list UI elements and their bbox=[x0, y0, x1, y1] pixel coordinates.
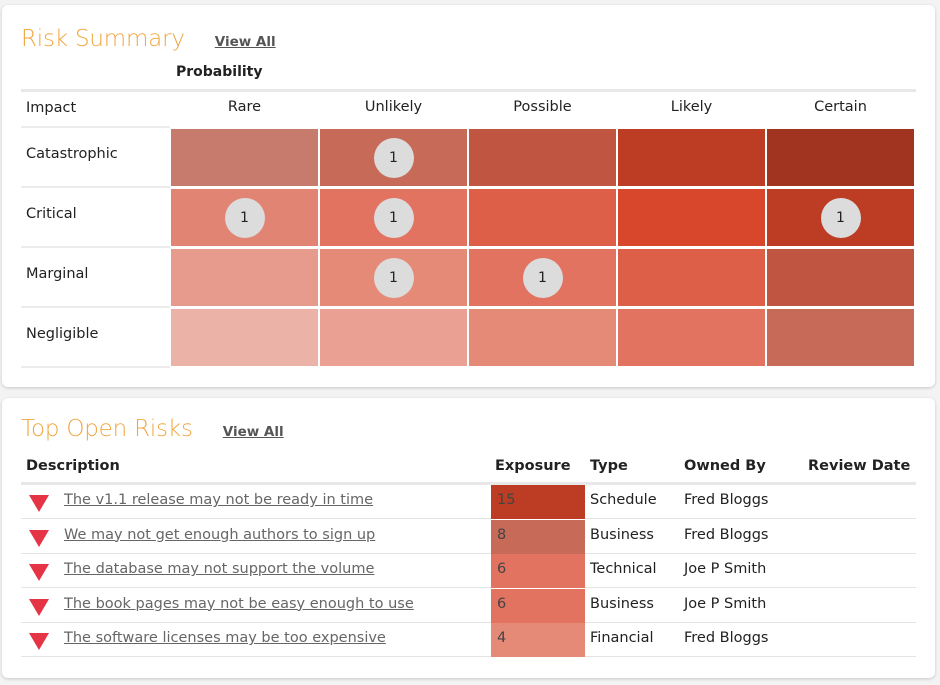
matrix-cell-critical-rare[interactable]: 1 bbox=[171, 189, 318, 246]
priority-down-triangle-icon bbox=[29, 495, 49, 512]
matrix-header-divider bbox=[21, 89, 916, 92]
priority-down-triangle-icon bbox=[29, 529, 49, 547]
risk-table-row: The database may not support the volume 6… bbox=[21, 554, 916, 588]
column-header-unlikely: Unlikely bbox=[364, 99, 423, 115]
matrix-cell-negligible-unlikely[interactable] bbox=[320, 309, 467, 366]
risk-exposure-value: 15 bbox=[491, 485, 585, 519]
column-header-exposure[interactable]: Exposure bbox=[495, 458, 571, 474]
risk-description-link[interactable]: The book pages may not be easy enough to… bbox=[64, 596, 414, 612]
priority-down-triangle-icon bbox=[29, 633, 49, 650]
risk-type: Financial bbox=[590, 630, 654, 646]
column-header-owned-by[interactable]: Owned By bbox=[684, 458, 766, 474]
top-open-risks-title: Top Open Risks bbox=[21, 416, 193, 442]
column-header-likely: Likely bbox=[670, 99, 713, 115]
risk-count-badge[interactable]: 1 bbox=[820, 197, 861, 238]
row-header-critical: Critical bbox=[26, 206, 77, 222]
risk-count-badge[interactable]: 1 bbox=[373, 137, 414, 178]
matrix-cell-negligible-certain[interactable] bbox=[767, 309, 914, 366]
priority-down-triangle-icon bbox=[29, 564, 49, 581]
risk-summary-title: Risk Summary bbox=[21, 26, 185, 52]
risk-exposure-value: 6 bbox=[491, 554, 585, 588]
matrix-cell-critical-certain[interactable]: 1 bbox=[767, 189, 914, 246]
row-divider bbox=[21, 366, 170, 368]
matrix-cell-negligible-likely[interactable] bbox=[618, 309, 765, 366]
risk-summary-view-all-link[interactable]: View All bbox=[215, 34, 276, 50]
risk-count-badge[interactable]: 1 bbox=[373, 257, 414, 298]
matrix-cell-critical-unlikely[interactable]: 1 bbox=[320, 189, 467, 246]
risk-count-badge[interactable]: 1 bbox=[522, 257, 563, 298]
matrix-cell-catastrophic-likely[interactable] bbox=[618, 129, 765, 186]
risk-table-row: The software licenses may be too expensi… bbox=[21, 623, 916, 657]
risk-type: Business bbox=[590, 595, 654, 612]
matrix-cell-critical-possible[interactable] bbox=[469, 189, 616, 246]
risk-description-link[interactable]: The software licenses may be too expensi… bbox=[64, 630, 386, 646]
top-open-risks-card: Top Open Risks View All Description Expo… bbox=[2, 398, 935, 678]
matrix-cell-negligible-possible[interactable] bbox=[469, 309, 616, 366]
risk-count-badge[interactable]: 1 bbox=[373, 197, 414, 238]
matrix-cell-catastrophic-certain[interactable] bbox=[767, 129, 914, 186]
risk-owner: Fred Bloggs bbox=[684, 526, 769, 543]
matrix-cell-marginal-unlikely[interactable]: 1 bbox=[320, 249, 467, 306]
risk-type: Schedule bbox=[590, 492, 657, 508]
risk-table-row: We may not get enough authors to sign up… bbox=[21, 519, 916, 554]
matrix-cell-marginal-certain[interactable] bbox=[767, 249, 914, 306]
risk-owner: Joe P Smith bbox=[684, 561, 767, 577]
risk-count-badge[interactable]: 1 bbox=[224, 197, 265, 238]
column-header-rare: Rare bbox=[227, 99, 262, 115]
risk-type: Technical bbox=[590, 561, 657, 577]
matrix-cell-critical-likely[interactable] bbox=[618, 189, 765, 246]
column-header-description[interactable]: Description bbox=[26, 458, 120, 474]
risk-owner: Fred Bloggs bbox=[684, 492, 769, 508]
row-divider bbox=[21, 306, 170, 308]
risk-owner: Joe P Smith bbox=[684, 595, 767, 612]
risk-summary-card: Risk Summary View All Probability Impact… bbox=[2, 5, 935, 387]
impact-axis-label: Impact bbox=[26, 100, 77, 116]
top-open-risks-view-all-link[interactable]: View All bbox=[223, 424, 284, 440]
matrix-cell-negligible-rare[interactable] bbox=[171, 309, 318, 366]
risk-exposure-value: 6 bbox=[491, 588, 585, 623]
risk-description-link[interactable]: We may not get enough authors to sign up bbox=[64, 527, 375, 543]
matrix-cell-catastrophic-unlikely[interactable]: 1 bbox=[320, 129, 467, 186]
column-header-type[interactable]: Type bbox=[590, 458, 628, 474]
matrix-cell-marginal-likely[interactable] bbox=[618, 249, 765, 306]
row-header-catastrophic: Catastrophic bbox=[26, 146, 118, 162]
risk-summary-header: Risk Summary View All bbox=[21, 26, 276, 52]
risk-type: Business bbox=[590, 526, 654, 543]
risk-description-link[interactable]: The v1.1 release may not be ready in tim… bbox=[64, 492, 373, 508]
risk-table-row: The book pages may not be easy enough to… bbox=[21, 588, 916, 623]
matrix-cell-catastrophic-rare[interactable] bbox=[171, 129, 318, 186]
matrix-cell-marginal-rare[interactable] bbox=[171, 249, 318, 306]
row-header-negligible: Negligible bbox=[26, 326, 99, 342]
row-header-marginal: Marginal bbox=[26, 266, 89, 282]
risk-exposure-value: 4 bbox=[491, 623, 585, 657]
risk-description-link[interactable]: The database may not support the volume bbox=[64, 561, 374, 577]
matrix-cell-catastrophic-possible[interactable] bbox=[469, 129, 616, 186]
column-header-possible: Possible bbox=[513, 99, 572, 115]
row-divider bbox=[21, 186, 170, 188]
column-header-certain: Certain bbox=[814, 99, 867, 115]
risk-table-row: The v1.1 release may not be ready in tim… bbox=[21, 485, 916, 519]
column-header-review-date[interactable]: Review Date bbox=[808, 458, 910, 474]
row-divider bbox=[21, 246, 170, 248]
row-divider bbox=[21, 126, 170, 128]
probability-axis-label: Probability bbox=[176, 64, 263, 80]
risk-exposure-value: 8 bbox=[491, 519, 585, 554]
risk-owner: Fred Bloggs bbox=[684, 630, 769, 646]
matrix-cell-marginal-possible[interactable]: 1 bbox=[469, 249, 616, 306]
top-open-risks-header: Top Open Risks View All bbox=[21, 416, 284, 442]
priority-down-triangle-icon bbox=[29, 598, 49, 616]
